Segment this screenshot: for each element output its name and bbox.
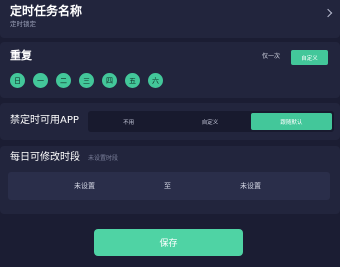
chevron-right-icon[interactable] — [323, 8, 333, 18]
end-time-field[interactable]: 未设置 — [240, 181, 261, 191]
repeat-once-button[interactable]: 仅一次 — [262, 53, 280, 61]
repeat-section: 重复 仅一次 自定义 日 一 二 三 四 五 六 — [0, 42, 340, 98]
daily-edit-label: 每日可修改时段 — [10, 152, 80, 163]
app-option-default[interactable]: 跟随默认 — [250, 113, 332, 130]
start-time-field[interactable]: 未设置 — [74, 181, 95, 191]
app-control-section: 禁定时可用APP 不用 自定义 跟随默认 — [0, 103, 340, 140]
time-range-picker[interactable]: 未设置 至 未设置 — [8, 172, 330, 200]
weekday-sun[interactable]: 日 — [10, 73, 25, 88]
daily-edit-section: 每日可修改时段 未设置时段 未设置 至 未设置 — [0, 146, 340, 214]
task-name-row[interactable]: 定时任务名称 定时锁定 — [0, 0, 340, 38]
app-control-segmented: 不用 自定义 跟随默认 — [88, 111, 334, 132]
task-name-subtitle: 定时锁定 — [10, 20, 36, 28]
weekday-sat[interactable]: 六 — [148, 73, 163, 88]
weekday-tue[interactable]: 二 — [56, 73, 71, 88]
weekday-thu[interactable]: 四 — [102, 73, 117, 88]
weekday-mon[interactable]: 一 — [33, 73, 48, 88]
app-option-none[interactable]: 不用 — [88, 111, 169, 132]
weekday-wed[interactable]: 三 — [79, 73, 94, 88]
weekday-selector: 日 一 二 三 四 五 六 — [10, 73, 163, 88]
range-separator: 至 — [164, 182, 171, 190]
save-button[interactable]: 保存 — [94, 229, 243, 256]
app-control-label: 禁定时可用APP — [10, 115, 79, 126]
task-name-title: 定时任务名称 — [10, 4, 83, 18]
repeat-custom-button[interactable]: 自定义 — [291, 50, 328, 65]
app-option-custom[interactable]: 自定义 — [169, 111, 250, 132]
daily-edit-hint: 未设置时段 — [88, 155, 119, 162]
repeat-label: 重复 — [10, 49, 32, 62]
weekday-fri[interactable]: 五 — [125, 73, 140, 88]
